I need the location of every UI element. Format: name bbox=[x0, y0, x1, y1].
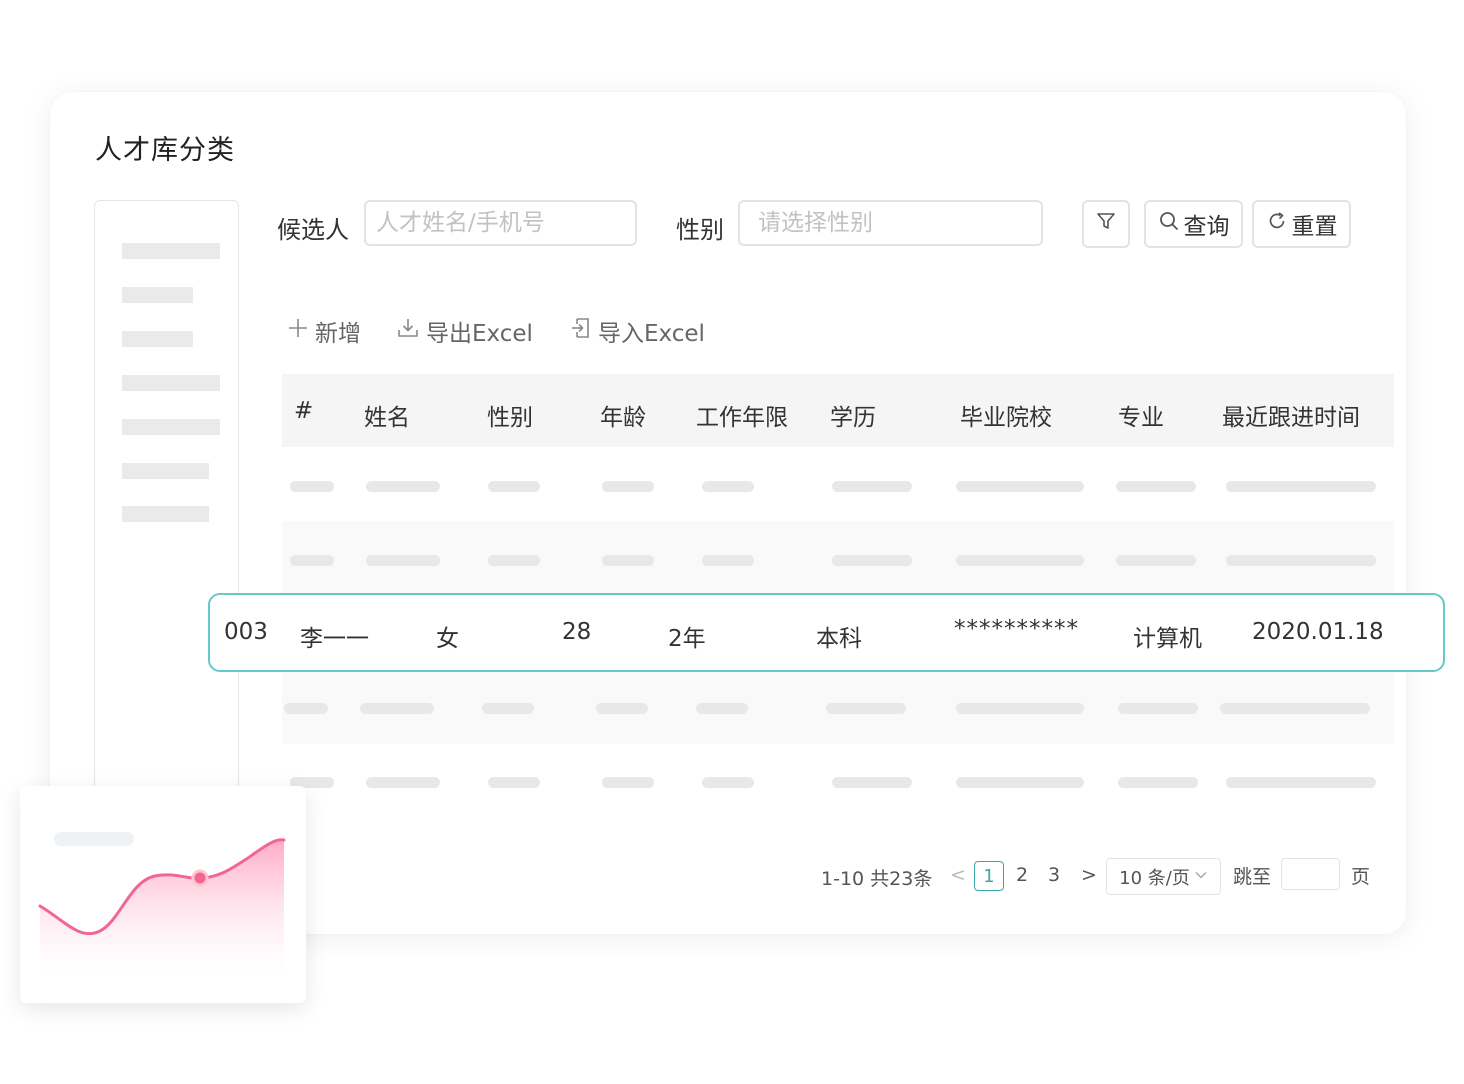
page-suffix-label: 页 bbox=[1351, 866, 1371, 888]
funnel-icon bbox=[1095, 210, 1117, 238]
jump-page-input[interactable] bbox=[1281, 858, 1340, 890]
cell-education: 本科 bbox=[816, 626, 862, 652]
page-button-1[interactable]: 1 bbox=[974, 861, 1004, 891]
download-icon bbox=[396, 316, 420, 346]
page-button-3[interactable]: 3 bbox=[1048, 864, 1060, 886]
row-placeholder bbox=[602, 777, 654, 788]
row-placeholder bbox=[290, 481, 334, 492]
trend-area bbox=[40, 839, 284, 976]
query-button[interactable]: 查询 bbox=[1144, 200, 1243, 248]
row-placeholder bbox=[1116, 481, 1196, 492]
sidebar-placeholder bbox=[122, 287, 193, 303]
reset-button-label: 重置 bbox=[1291, 214, 1338, 240]
export-excel-label: 导出Excel bbox=[426, 321, 533, 347]
column-header-major: 专业 bbox=[1118, 405, 1164, 431]
plus-icon bbox=[287, 317, 309, 345]
query-button-label: 查询 bbox=[1183, 214, 1230, 240]
add-button[interactable]: 新增 bbox=[287, 314, 361, 348]
gender-label: 性别 bbox=[676, 216, 724, 244]
sidebar-placeholder bbox=[122, 243, 220, 259]
row-placeholder bbox=[482, 703, 534, 714]
row-placeholder bbox=[366, 555, 440, 566]
row-placeholder bbox=[360, 703, 434, 714]
jump-label: 跳至 bbox=[1233, 866, 1272, 888]
cell-name: 李一一 bbox=[300, 626, 369, 652]
row-placeholder bbox=[284, 703, 328, 714]
cell-school: ********** bbox=[954, 616, 1079, 642]
cell-last-follow: 2020.01.18 bbox=[1252, 619, 1384, 645]
cell-work-years: 2年 bbox=[668, 626, 706, 652]
column-header-work-years: 工作年限 bbox=[696, 405, 788, 431]
row-placeholder bbox=[1118, 703, 1198, 714]
candidate-search-input[interactable] bbox=[364, 200, 637, 246]
row-placeholder bbox=[366, 481, 440, 492]
row-placeholder bbox=[832, 481, 912, 492]
row-placeholder bbox=[488, 777, 540, 788]
row-placeholder bbox=[488, 481, 540, 492]
row-placeholder bbox=[702, 777, 754, 788]
sidebar-placeholder bbox=[122, 375, 220, 391]
column-header-school: 毕业院校 bbox=[960, 405, 1052, 431]
row-placeholder bbox=[366, 777, 440, 788]
column-header-index: # bbox=[294, 398, 314, 424]
sidebar-placeholder bbox=[122, 331, 193, 347]
row-placeholder bbox=[1226, 555, 1376, 566]
row-placeholder bbox=[488, 555, 540, 566]
prev-page-icon[interactable]: < bbox=[950, 864, 966, 886]
import-icon bbox=[568, 316, 592, 346]
row-placeholder bbox=[1220, 703, 1370, 714]
import-excel-label: 导入Excel bbox=[598, 321, 705, 347]
trend-chart bbox=[38, 838, 286, 976]
row-placeholder bbox=[832, 555, 912, 566]
pagination-summary: 1-10 共23条 bbox=[821, 868, 933, 890]
chevron-down-icon bbox=[1194, 866, 1208, 887]
row-placeholder bbox=[702, 481, 754, 492]
cell-gender: 女 bbox=[436, 626, 459, 652]
row-placeholder bbox=[1116, 555, 1196, 566]
row-placeholder bbox=[956, 703, 1084, 714]
row-placeholder bbox=[602, 555, 654, 566]
cell-index: 003 bbox=[224, 619, 268, 645]
column-header-education: 学历 bbox=[830, 405, 876, 431]
cell-age: 28 bbox=[562, 619, 592, 645]
category-sidebar bbox=[94, 200, 239, 822]
export-excel-button[interactable]: 导出Excel bbox=[396, 314, 533, 348]
row-placeholder bbox=[956, 555, 1084, 566]
sidebar-placeholder bbox=[122, 463, 209, 479]
filter-button[interactable] bbox=[1082, 200, 1130, 248]
page-size-value: 10 条/页 bbox=[1119, 867, 1190, 889]
page-title: 人才库分类 bbox=[95, 135, 235, 166]
row-placeholder bbox=[1226, 481, 1376, 492]
next-page-icon[interactable]: > bbox=[1081, 864, 1097, 886]
gender-select[interactable] bbox=[738, 200, 1043, 246]
row-placeholder bbox=[596, 703, 648, 714]
import-excel-button[interactable]: 导入Excel bbox=[568, 314, 705, 348]
sidebar-placeholder bbox=[122, 506, 209, 522]
column-header-name: 姓名 bbox=[364, 405, 410, 431]
row-placeholder bbox=[696, 703, 748, 714]
row-placeholder bbox=[1226, 777, 1376, 788]
row-placeholder bbox=[1118, 777, 1198, 788]
cell-major: 计算机 bbox=[1133, 626, 1202, 652]
refresh-icon bbox=[1266, 210, 1288, 238]
row-placeholder bbox=[956, 777, 1084, 788]
row-placeholder bbox=[832, 777, 912, 788]
sidebar-placeholder bbox=[122, 419, 220, 435]
add-button-label: 新增 bbox=[315, 321, 361, 347]
column-header-gender: 性别 bbox=[487, 405, 533, 431]
page-size-select[interactable]: 10 条/页 bbox=[1106, 858, 1221, 895]
candidate-label: 候选人 bbox=[277, 216, 349, 244]
page-button-2[interactable]: 2 bbox=[1016, 864, 1028, 886]
trend-chart-card bbox=[20, 786, 306, 1003]
row-placeholder bbox=[702, 555, 754, 566]
row-placeholder bbox=[956, 481, 1084, 492]
row-placeholder bbox=[826, 703, 906, 714]
column-header-last-follow: 最近跟进时间 bbox=[1222, 405, 1360, 431]
row-placeholder bbox=[290, 555, 334, 566]
search-icon bbox=[1158, 210, 1180, 238]
trend-highlight-point bbox=[191, 869, 209, 887]
row-placeholder bbox=[602, 481, 654, 492]
column-header-age: 年龄 bbox=[600, 405, 646, 431]
reset-button[interactable]: 重置 bbox=[1252, 200, 1351, 248]
